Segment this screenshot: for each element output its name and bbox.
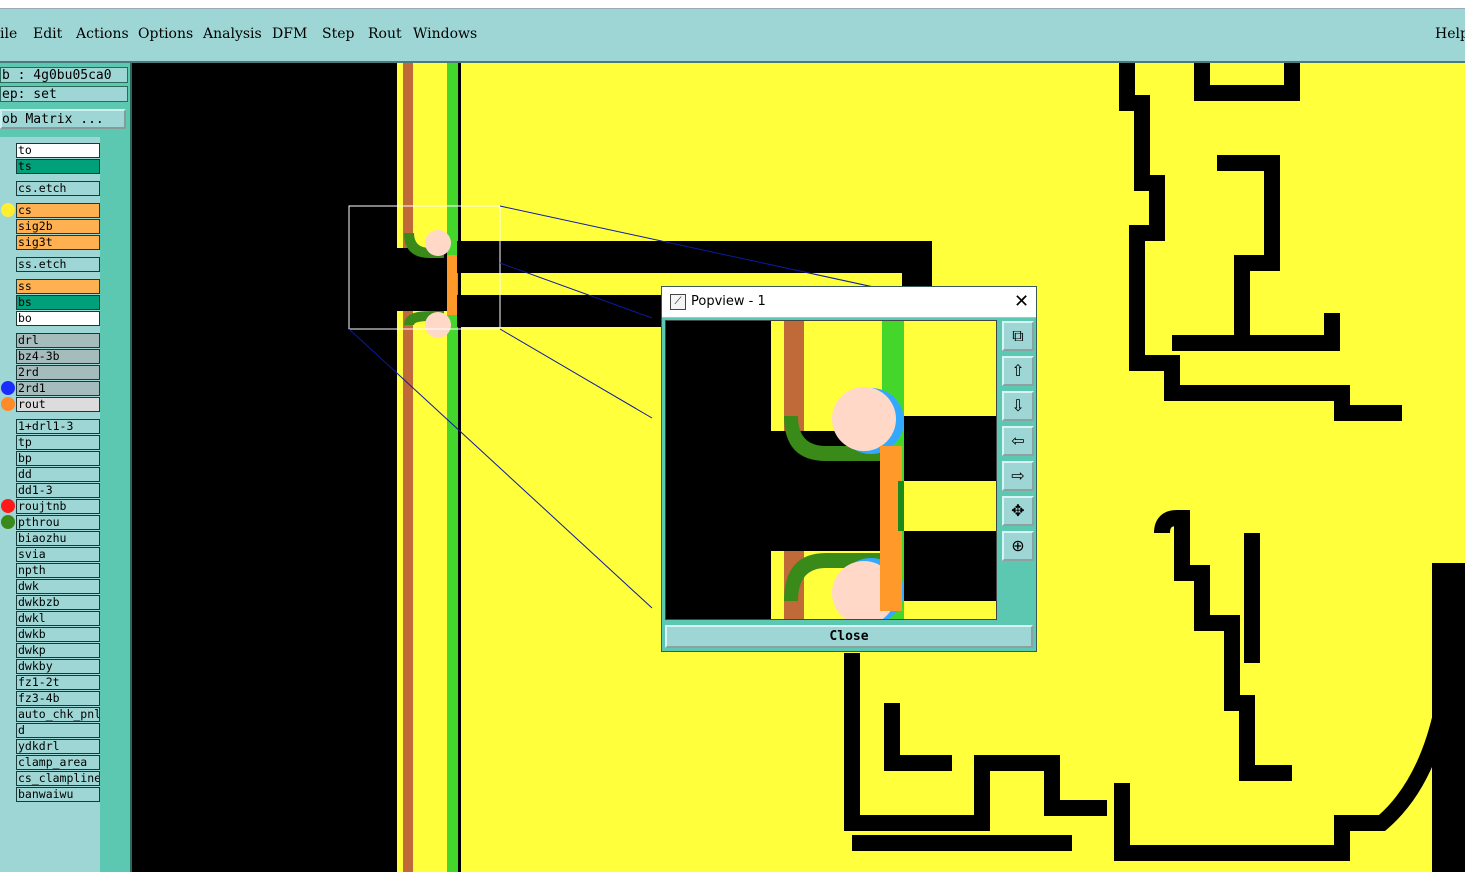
popview-close-button[interactable]: Close <box>665 625 1033 648</box>
menu-bar: ile Edit Actions Options Analysis DFM St… <box>0 9 1465 63</box>
layer-bo[interactable]: bo <box>16 311 100 326</box>
menu-help[interactable]: Help <box>1435 26 1465 42</box>
layer-rout[interactable]: rout <box>16 397 100 412</box>
layer-dwkl[interactable]: dwkl <box>16 611 100 626</box>
menu-actions[interactable]: Actions <box>76 26 129 42</box>
layer-fz1-2t[interactable]: fz1-2t <box>16 675 100 690</box>
layer-banwaiwu[interactable]: banwaiwu <box>16 787 100 802</box>
zoom-fit-icon[interactable]: ⧉ <box>1002 321 1034 351</box>
layer-fz3-4b[interactable]: fz3-4b <box>16 691 100 706</box>
layer-cs-clampline[interactable]: cs_clampline <box>16 771 100 786</box>
layer-roujtnb[interactable]: roujtnb <box>16 499 100 514</box>
layer-svia[interactable]: svia <box>16 547 100 562</box>
job-name: b : 4g0bu05ca0 <box>0 67 128 83</box>
layer-to[interactable]: to <box>16 143 100 158</box>
title-strip <box>0 0 1465 9</box>
menu-dfm[interactable]: DFM <box>272 26 307 42</box>
board-area <box>132 63 397 872</box>
layer-bp[interactable]: bp <box>16 451 100 466</box>
zoom-out-icon[interactable]: ⊕ <box>1002 531 1034 561</box>
layer-2rd[interactable]: 2rd <box>16 365 100 380</box>
layer-color-dot <box>1 397 15 411</box>
layer-clamp-area[interactable]: clamp_area <box>16 755 100 770</box>
menu-edit[interactable]: Edit <box>33 26 62 42</box>
close-icon[interactable]: ✕ <box>1014 291 1029 312</box>
popview-window: ⟋ Popview - 1 ✕ ⧉ ⇧ ⇩ ⇦ ⇨ ✥ ⊕ Close <box>661 286 1037 652</box>
menu-options[interactable]: Options <box>138 26 193 42</box>
layer-bs[interactable]: bs <box>16 295 100 310</box>
layer-dwkby[interactable]: dwkby <box>16 659 100 674</box>
pad-top <box>425 230 451 256</box>
layer-bz4-3b[interactable]: bz4-3b <box>16 349 100 364</box>
layer-dd1-3[interactable]: dd1-3 <box>16 483 100 498</box>
popview-app-icon: ⟋ <box>670 294 686 310</box>
menu-analysis[interactable]: Analysis <box>203 26 262 42</box>
pan-left-icon[interactable]: ⇦ <box>1002 426 1034 456</box>
pan-down-icon[interactable]: ⇩ <box>1002 391 1034 421</box>
layer-color-dot <box>1 515 15 529</box>
pad-top-zoom <box>832 387 896 451</box>
layer-1-drl1-3[interactable]: 1+drl1-3 <box>16 419 100 434</box>
layer-dd[interactable]: dd <box>16 467 100 482</box>
layer-ts[interactable]: ts <box>16 159 100 174</box>
pan-up-icon[interactable]: ⇧ <box>1002 356 1034 386</box>
layer-list: to ts cs.etch cs sig2b sig3t ss.etch ss bs bo drl b… <box>0 137 100 872</box>
layer-ydkdrl[interactable]: ydkdrl <box>16 739 100 754</box>
popview-zoom-artwork <box>666 321 996 619</box>
layer-npth[interactable]: npth <box>16 563 100 578</box>
menu-windows[interactable]: Windows <box>413 26 477 42</box>
pad-bottom <box>425 312 451 338</box>
popview-canvas[interactable] <box>665 320 997 620</box>
popview-titlebar: ⟋ Popview - 1 ✕ <box>662 287 1036 318</box>
layer-2rd1[interactable]: 2rd1 <box>16 381 100 396</box>
rout-line <box>403 63 413 872</box>
layer-dwk[interactable]: dwk <box>16 579 100 594</box>
layer-ss-etch[interactable]: ss.etch <box>16 257 100 272</box>
menu-rout[interactable]: Rout <box>368 26 402 42</box>
layer-sig3t[interactable]: sig3t <box>16 235 100 250</box>
layer-pthrou[interactable]: pthrou <box>16 515 100 530</box>
layer-color-dot <box>1 203 15 217</box>
layer-color-dot <box>1 381 15 395</box>
layer-color-dot <box>1 499 15 513</box>
layer-d[interactable]: d <box>16 723 100 738</box>
job-matrix-button[interactable]: ob Matrix ... <box>0 109 126 129</box>
layer-auto-chk-pnl[interactable]: auto_chk_pnl <box>16 707 100 722</box>
zoom-in-icon[interactable]: ✥ <box>1002 496 1034 526</box>
layer-dwkp[interactable]: dwkp <box>16 643 100 658</box>
menu-file[interactable]: ile <box>0 26 17 42</box>
layer-drl[interactable]: drl <box>16 333 100 348</box>
layer-biaozhu[interactable]: biaozhu <box>16 531 100 546</box>
layer-sig2b[interactable]: sig2b <box>16 219 100 234</box>
step-name: ep: set <box>0 86 128 102</box>
layer-dwkb[interactable]: dwkb <box>16 627 100 642</box>
layer-panel: b : 4g0bu05ca0 ep: set ob Matrix ... to t… <box>0 63 132 872</box>
layer-ss[interactable]: ss <box>16 279 100 294</box>
menu-step[interactable]: Step <box>322 26 354 42</box>
pan-right-icon[interactable]: ⇨ <box>1002 461 1034 491</box>
popview-title: Popview - 1 <box>691 294 766 309</box>
layer-cs[interactable]: cs <box>16 203 100 218</box>
layer-dwkbzb[interactable]: dwkbzb <box>16 595 100 610</box>
layer-tp[interactable]: tp <box>16 435 100 450</box>
layer-cs-etch[interactable]: cs.etch <box>16 181 100 196</box>
